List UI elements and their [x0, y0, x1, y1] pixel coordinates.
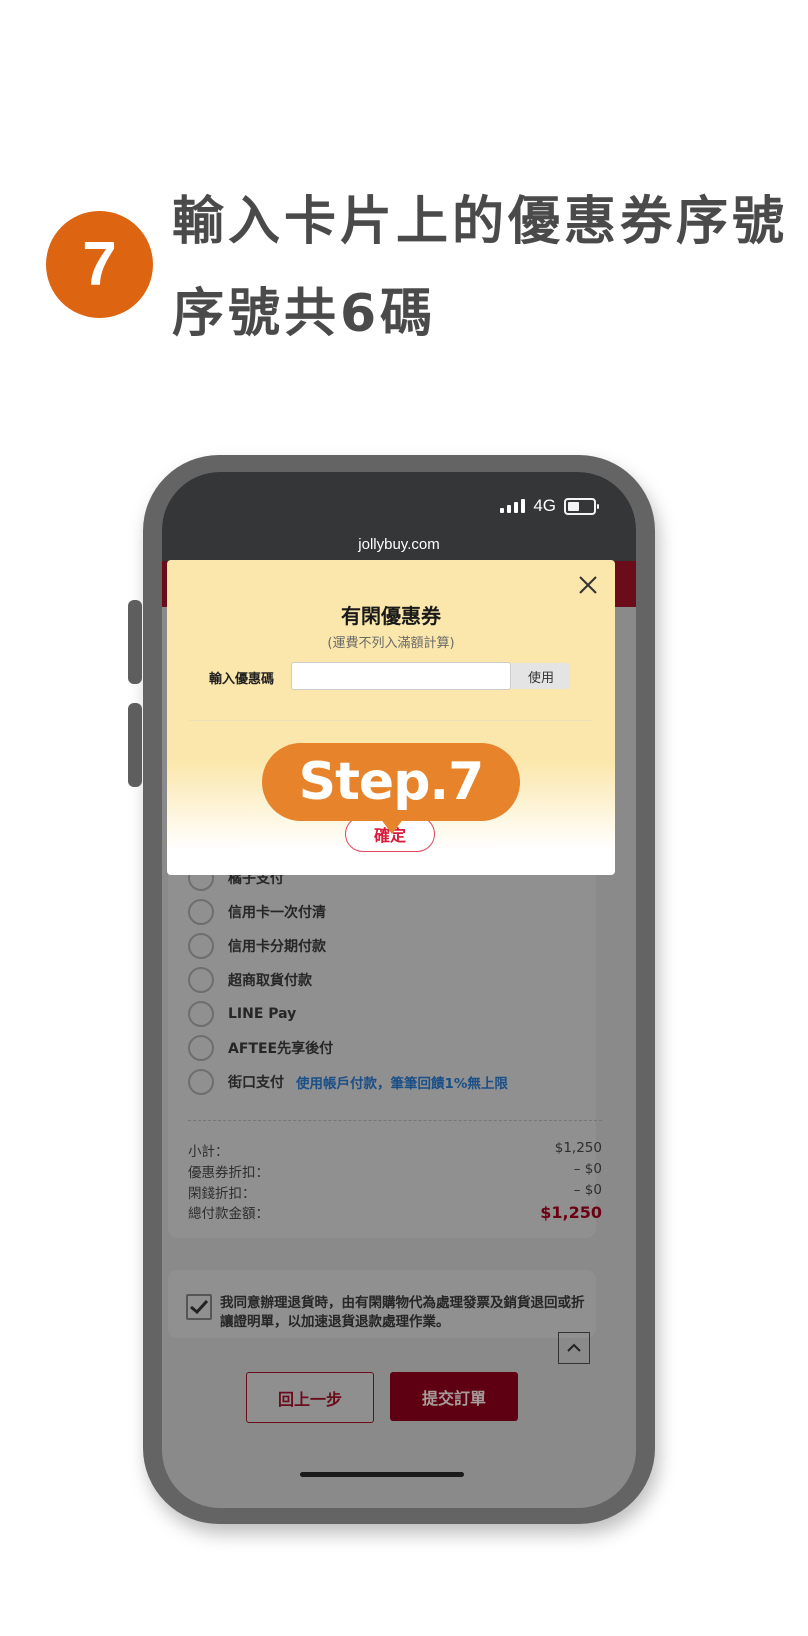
radio-button[interactable] [188, 1069, 214, 1095]
payment-option-label: 超商取貨付款 [228, 973, 312, 989]
coupon-code-input[interactable] [291, 662, 511, 690]
points-discount-label: 閑錢折扣： [188, 1186, 256, 1202]
checkmark-icon [190, 1300, 208, 1314]
coupon-discount-value: – $0 [573, 1161, 602, 1177]
payment-option-note: 使用帳戶付款，筆筆回饋1%無上限 [296, 1076, 508, 1092]
subtotal-label: 小計： [188, 1144, 229, 1160]
summary-row: 閑錢折扣： – $0 [188, 1182, 602, 1202]
step-callout-bubble: Step.7 [262, 743, 520, 821]
status-bar: 4G [500, 496, 599, 516]
payment-option[interactable]: LINE Pay [188, 1001, 297, 1027]
payment-option[interactable]: AFTEE先享後付 [188, 1035, 334, 1061]
signal-icon [500, 499, 526, 513]
chevron-up-icon [567, 1343, 581, 1352]
battery-icon [564, 497, 599, 515]
home-indicator [300, 1472, 464, 1477]
phone-side-button [128, 703, 142, 787]
url-bar[interactable]: jollybuy.com [162, 536, 636, 553]
payment-option[interactable]: 信用卡一次付清 [188, 899, 326, 925]
top-bar: 4G jollybuy.com [162, 472, 636, 561]
step-callout-tail [380, 818, 404, 834]
step-heading-line2: 序號共6碼 [172, 284, 437, 344]
subtotal-value: $1,250 [554, 1140, 602, 1156]
radio-button[interactable] [188, 967, 214, 993]
payment-option[interactable]: 超商取貨付款 [188, 967, 312, 993]
payment-card: 橘子支付 信用卡一次付清 信用卡分期付款 超商取貨付款 LINE Pay AFT… [168, 852, 602, 1238]
use-coupon-button[interactable]: 使用 [512, 663, 570, 689]
total-label: 總付款金額： [188, 1206, 269, 1222]
payment-option-label: 信用卡一次付清 [228, 905, 326, 921]
submit-order-button[interactable]: 提交訂單 [390, 1372, 518, 1421]
payment-option[interactable]: 信用卡分期付款 [188, 933, 326, 959]
summary-row: 優惠券折扣： – $0 [188, 1161, 602, 1181]
radio-button[interactable] [188, 899, 214, 925]
coupon-code-label: 輸入優惠碼 [209, 672, 275, 687]
points-discount-value: – $0 [573, 1182, 602, 1198]
step-number-badge: 7 [46, 211, 153, 318]
phone-side-button [128, 600, 142, 684]
back-button[interactable]: 回上一步 [246, 1372, 374, 1423]
coupon-discount-label: 優惠券折扣： [188, 1165, 269, 1181]
radio-button[interactable] [188, 1035, 214, 1061]
payment-option[interactable]: 街口支付 使用帳戶付款，筆筆回饋1%無上限 [188, 1069, 508, 1095]
radio-button[interactable] [188, 1001, 214, 1027]
back-to-top-button[interactable] [558, 1332, 590, 1364]
summary-row: 總付款金額： $1,250 [188, 1202, 602, 1223]
modal-divider [189, 720, 593, 721]
agreement-text: 我同意辦理退貨時，由有閑購物代為處理發票及銷貨退回或折讓證明單，以加速退貨退款處… [220, 1295, 585, 1330]
divider [188, 1120, 602, 1121]
radio-button[interactable] [188, 933, 214, 959]
total-value: $1,250 [540, 1202, 602, 1222]
modal-subtitle: (運費不列入滿額計算) [327, 636, 455, 651]
payment-option-label: AFTEE先享後付 [228, 1041, 334, 1057]
payment-option-label: LINE Pay [228, 1006, 297, 1022]
network-label: 4G [533, 496, 556, 515]
payment-option-label: 信用卡分期付款 [228, 939, 326, 955]
close-icon[interactable] [577, 574, 599, 596]
step-heading-line1: 輸入卡片上的優惠券序號 [172, 192, 789, 252]
agreement-checkbox[interactable] [186, 1294, 212, 1320]
summary-row: 小計： $1,250 [188, 1140, 602, 1160]
agreement: 我同意辦理退貨時，由有閑購物代為處理發票及銷貨退回或折讓證明單，以加速退貨退款處… [186, 1294, 590, 1332]
payment-option-label: 街口支付 [228, 1075, 284, 1091]
modal-title: 有閑優惠券 [341, 604, 441, 628]
